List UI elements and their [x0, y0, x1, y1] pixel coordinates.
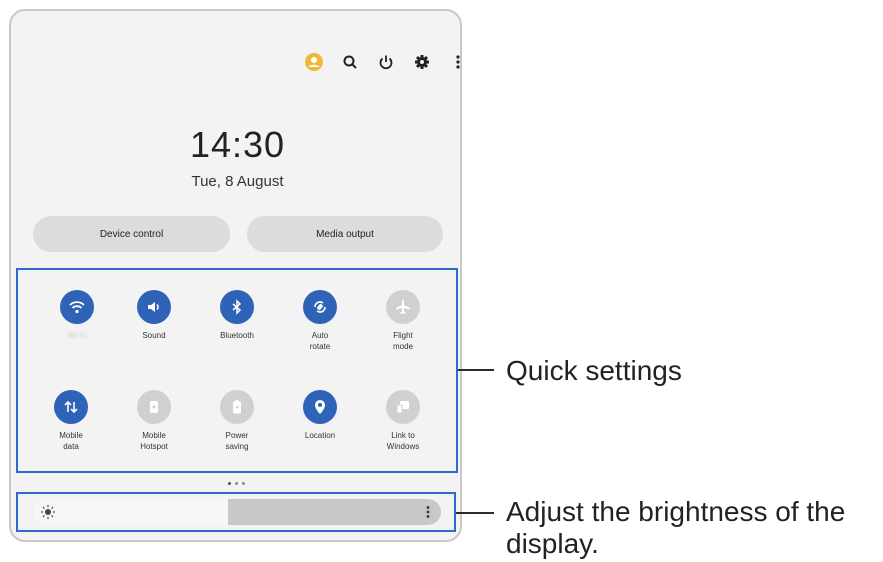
tile-label: Auto rotate [309, 331, 331, 351]
clock-time: 14:30 [189, 124, 286, 165]
brightness-slider[interactable] [32, 499, 441, 525]
callout-brightness-line1: Adjust the brightness of the [506, 496, 846, 527]
callout-line-quick-settings [458, 369, 494, 371]
hotspot-icon [137, 390, 171, 424]
auto-rotate-icon [303, 290, 337, 324]
page-dot [235, 482, 238, 485]
media-output-button[interactable]: Media output [247, 216, 443, 252]
more-options-icon[interactable] [447, 51, 469, 73]
tile-auto-rotate[interactable]: Auto rotate [280, 290, 360, 352]
tile-label: Bluetooth [220, 331, 254, 340]
battery-icon [220, 390, 254, 424]
tile-label: Location [304, 431, 336, 440]
tile-label: Mobile data [59, 431, 83, 451]
settings-icon[interactable] [411, 51, 433, 73]
tile-label: Flight mode [392, 331, 413, 351]
tile-bluetooth[interactable]: Bluetooth [197, 290, 277, 341]
page-dot [242, 482, 245, 485]
tile-label: Mobile Hotspot [140, 431, 168, 451]
tile-label: Wi-Fi [67, 331, 87, 340]
bluetooth-icon [220, 290, 254, 324]
callout-quick-settings: Quick settings [506, 355, 682, 386]
brightness-more-icon[interactable] [425, 504, 431, 525]
tile-location[interactable]: Location [280, 390, 360, 441]
search-icon[interactable] [339, 51, 361, 73]
tile-flight-mode[interactable]: Flight mode [363, 290, 443, 352]
location-icon [303, 390, 337, 424]
brightness-icon [40, 504, 56, 525]
page-dot [228, 482, 231, 485]
tile-label: Link to Windows [386, 431, 420, 451]
tile-link-to-windows[interactable]: Link to Windows [363, 390, 443, 452]
device-control-button[interactable]: Device control [33, 216, 230, 252]
tile-label: Power saving [225, 431, 249, 451]
callout-line-brightness [456, 512, 494, 514]
clock-date: Tue, 8 August [191, 173, 284, 190]
page-indicator [228, 482, 245, 485]
tile-mobile-data[interactable]: Mobile data [31, 390, 111, 452]
airplane-icon [386, 290, 420, 324]
wifi-icon [60, 290, 94, 324]
tile-power-saving[interactable]: Power saving [197, 390, 277, 452]
tile-mobile-hotspot[interactable]: Mobile Hotspot [114, 390, 194, 452]
tile-wifi[interactable]: Wi-Fi [37, 290, 117, 341]
brightness-level [32, 499, 229, 525]
panel-toolbar [303, 51, 469, 73]
power-icon[interactable] [375, 51, 397, 73]
account-icon[interactable] [303, 51, 325, 73]
sound-icon [137, 290, 171, 324]
tile-label: Sound [142, 331, 166, 340]
link-to-windows-icon [386, 390, 420, 424]
callout-brightness-line2: display. [506, 528, 599, 559]
tile-sound[interactable]: Sound [114, 290, 194, 341]
mobile-data-icon [54, 390, 88, 424]
